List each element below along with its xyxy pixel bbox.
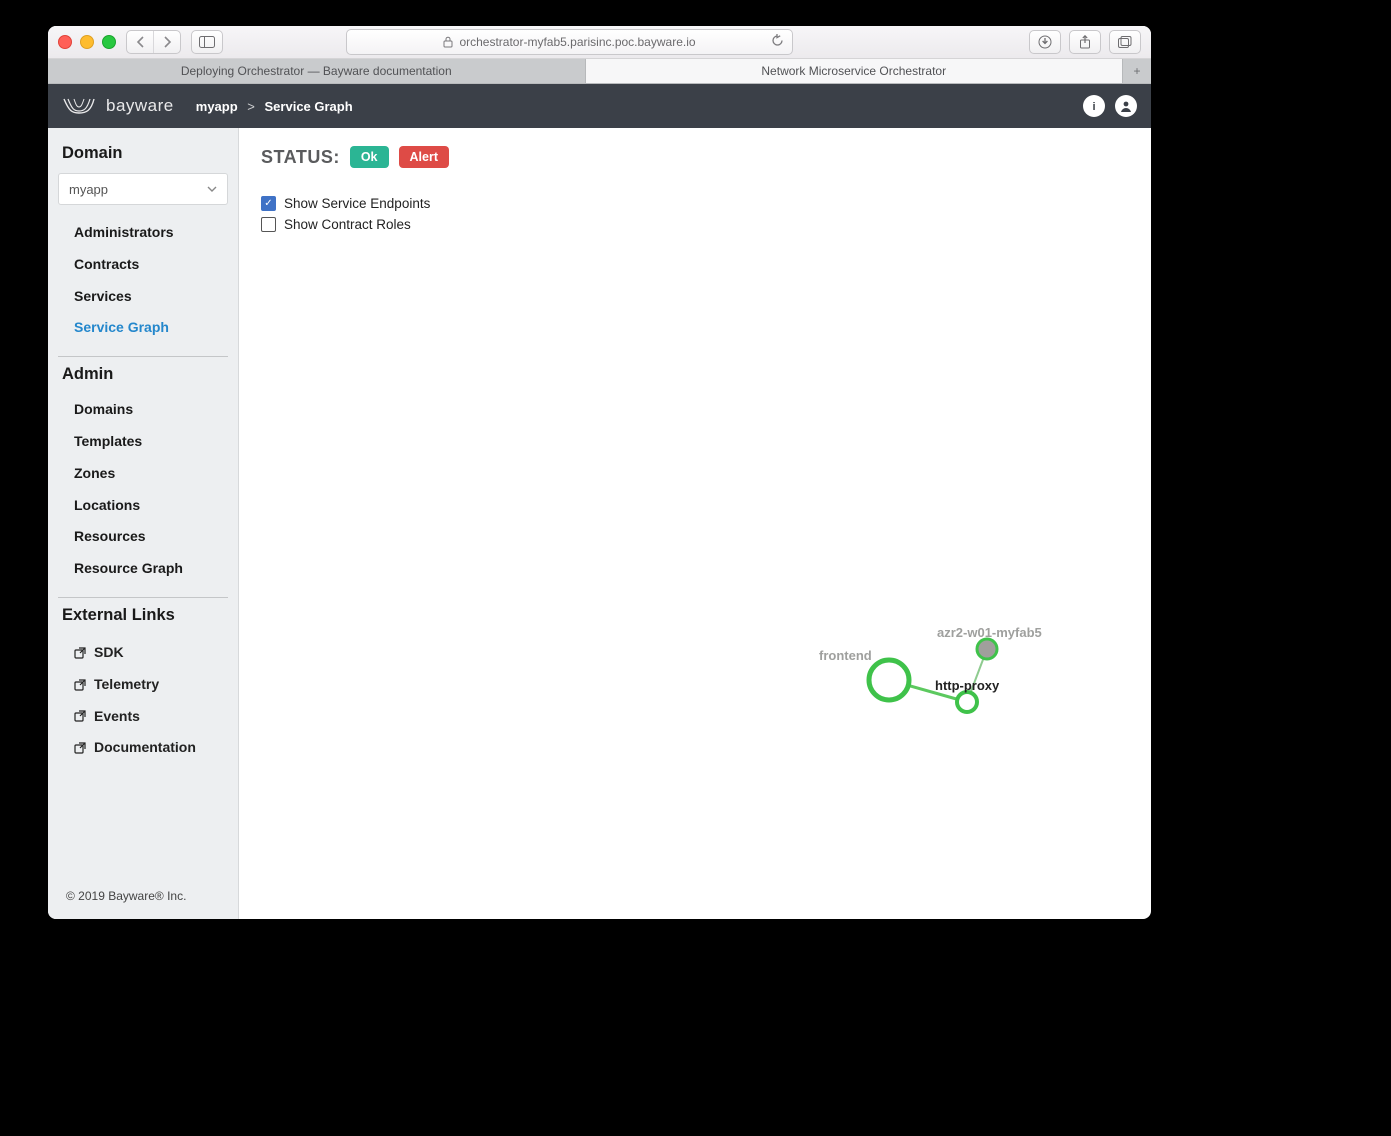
lock-icon [443,36,453,48]
ext-link-events[interactable]: Events [48,701,238,733]
sidebar-item-services[interactable]: Services [48,281,238,313]
external-link-icon [74,742,86,754]
svg-text:i: i [1092,101,1095,113]
window-controls [58,35,116,49]
sidebar-item-administrators[interactable]: Administrators [48,217,238,249]
external-link-icon [74,710,86,722]
brand-logo-icon [62,96,96,116]
divider [58,356,228,357]
user-icon [1118,98,1134,114]
graph-node-label-azr: azr2-w01-myfab5 [937,625,1042,640]
checkbox-icon [261,217,276,232]
sidebar-item-resource-graph[interactable]: Resource Graph [48,553,238,585]
info-icon: i [1087,99,1101,113]
domain-select[interactable]: myapp [58,173,228,205]
chk-endpoints-label: Show Service Endpoints [284,196,430,211]
graph-node-label-httpproxy: http-proxy [935,678,999,693]
graph-node-label-frontend: frontend [819,648,872,663]
breadcrumb-page: Service Graph [265,99,353,114]
service-graph[interactable] [239,128,1151,919]
address-text: orchestrator-myfab5.parisinc.poc.bayware… [459,35,695,49]
sidebar-item-contracts[interactable]: Contracts [48,249,238,281]
external-nav: SDKTelemetryEventsDocumentation [48,631,238,770]
downloads-button[interactable] [1029,30,1061,54]
chk-roles[interactable]: Show Contract Roles [261,217,1129,232]
external-link-icon [74,679,86,691]
breadcrumb-sep: > [247,99,255,114]
zoom-window-icon[interactable] [102,35,116,49]
status-label: STATUS: [261,147,340,168]
sidebar-item-service-graph[interactable]: Service Graph [48,312,238,344]
domain-nav: AdministratorsContractsServicesService G… [48,213,238,354]
titlebar: orchestrator-myfab5.parisinc.poc.bayware… [48,26,1151,59]
graph-edge [967,649,987,702]
reload-button[interactable] [771,34,784,50]
chevron-right-icon [163,36,172,48]
reload-icon [771,34,784,47]
close-window-icon[interactable] [58,35,72,49]
forward-button[interactable] [153,31,180,53]
tab-label: Deploying Orchestrator — Bayware documen… [181,64,452,78]
ext-link-documentation[interactable]: Documentation [48,732,238,764]
breadcrumb-root[interactable]: myapp [196,99,238,114]
tabs-icon [1118,36,1132,48]
sidebar-item-locations[interactable]: Locations [48,490,238,522]
sidebar-icon [199,36,215,48]
status-row: STATUS: Ok Alert [261,146,1129,168]
share-icon [1079,35,1091,49]
header-right: i [1083,95,1137,117]
tab-1[interactable]: Network Microservice Orchestrator [586,59,1123,83]
sidebar-item-resources[interactable]: Resources [48,521,238,553]
sidebar-toggle-button[interactable] [191,30,223,54]
back-button[interactable] [127,31,153,53]
info-button[interactable]: i [1083,95,1105,117]
nav-back-forward [126,30,181,54]
browser-window: orchestrator-myfab5.parisinc.poc.bayware… [48,26,1151,919]
checkbox-icon: ✓ [261,196,276,211]
share-button[interactable] [1069,30,1101,54]
ext-link-sdk[interactable]: SDK [48,637,238,669]
download-icon [1038,35,1052,49]
status-alert-badge[interactable]: Alert [399,146,449,168]
graph-node-frontend[interactable] [869,660,909,700]
minimize-window-icon[interactable] [80,35,94,49]
tabs-overview-button[interactable] [1109,30,1141,54]
new-tab-button[interactable]: + [1122,59,1151,83]
graph-node-httpproxy[interactable] [957,692,977,712]
account-button[interactable] [1115,95,1137,117]
divider [58,597,228,598]
section-admin: Admin [48,359,238,390]
ext-link-telemetry[interactable]: Telemetry [48,669,238,701]
external-link-icon [74,647,86,659]
sidebar-item-zones[interactable]: Zones [48,458,238,490]
address-bar[interactable]: orchestrator-myfab5.parisinc.poc.bayware… [346,29,793,55]
app-header: bayware myapp > Service Graph i [48,84,1151,128]
sidebar-item-templates[interactable]: Templates [48,426,238,458]
chevron-down-icon [207,185,217,193]
chk-roles-label: Show Contract Roles [284,217,411,232]
admin-nav: DomainsTemplatesZonesLocationsResourcesR… [48,390,238,595]
footer-copyright: © 2019 Bayware® Inc. [48,879,238,919]
chevron-left-icon [136,36,145,48]
domain-select-value: myapp [69,182,108,197]
brand[interactable]: bayware [62,96,174,116]
breadcrumb: myapp > Service Graph [196,99,353,114]
tabstrip: Deploying Orchestrator — Bayware documen… [48,59,1151,84]
sidebar: Domain myapp AdministratorsContractsServ… [48,128,239,919]
sidebar-item-domains[interactable]: Domains [48,394,238,426]
tab-0[interactable]: Deploying Orchestrator — Bayware documen… [48,59,586,83]
section-domain: Domain [48,138,238,169]
toolbar-right [1029,30,1141,54]
section-external: External Links [48,600,238,631]
brand-text: bayware [106,96,174,116]
status-ok-badge[interactable]: Ok [350,146,389,168]
tab-label: Network Microservice Orchestrator [761,64,946,78]
chk-endpoints[interactable]: ✓ Show Service Endpoints [261,196,1129,211]
content: STATUS: Ok Alert ✓ Show Service Endpoint… [239,128,1151,919]
view-options: ✓ Show Service Endpoints Show Contract R… [261,196,1129,232]
graph-node-azr[interactable] [977,639,997,659]
app-body: Domain myapp AdministratorsContractsServ… [48,128,1151,919]
